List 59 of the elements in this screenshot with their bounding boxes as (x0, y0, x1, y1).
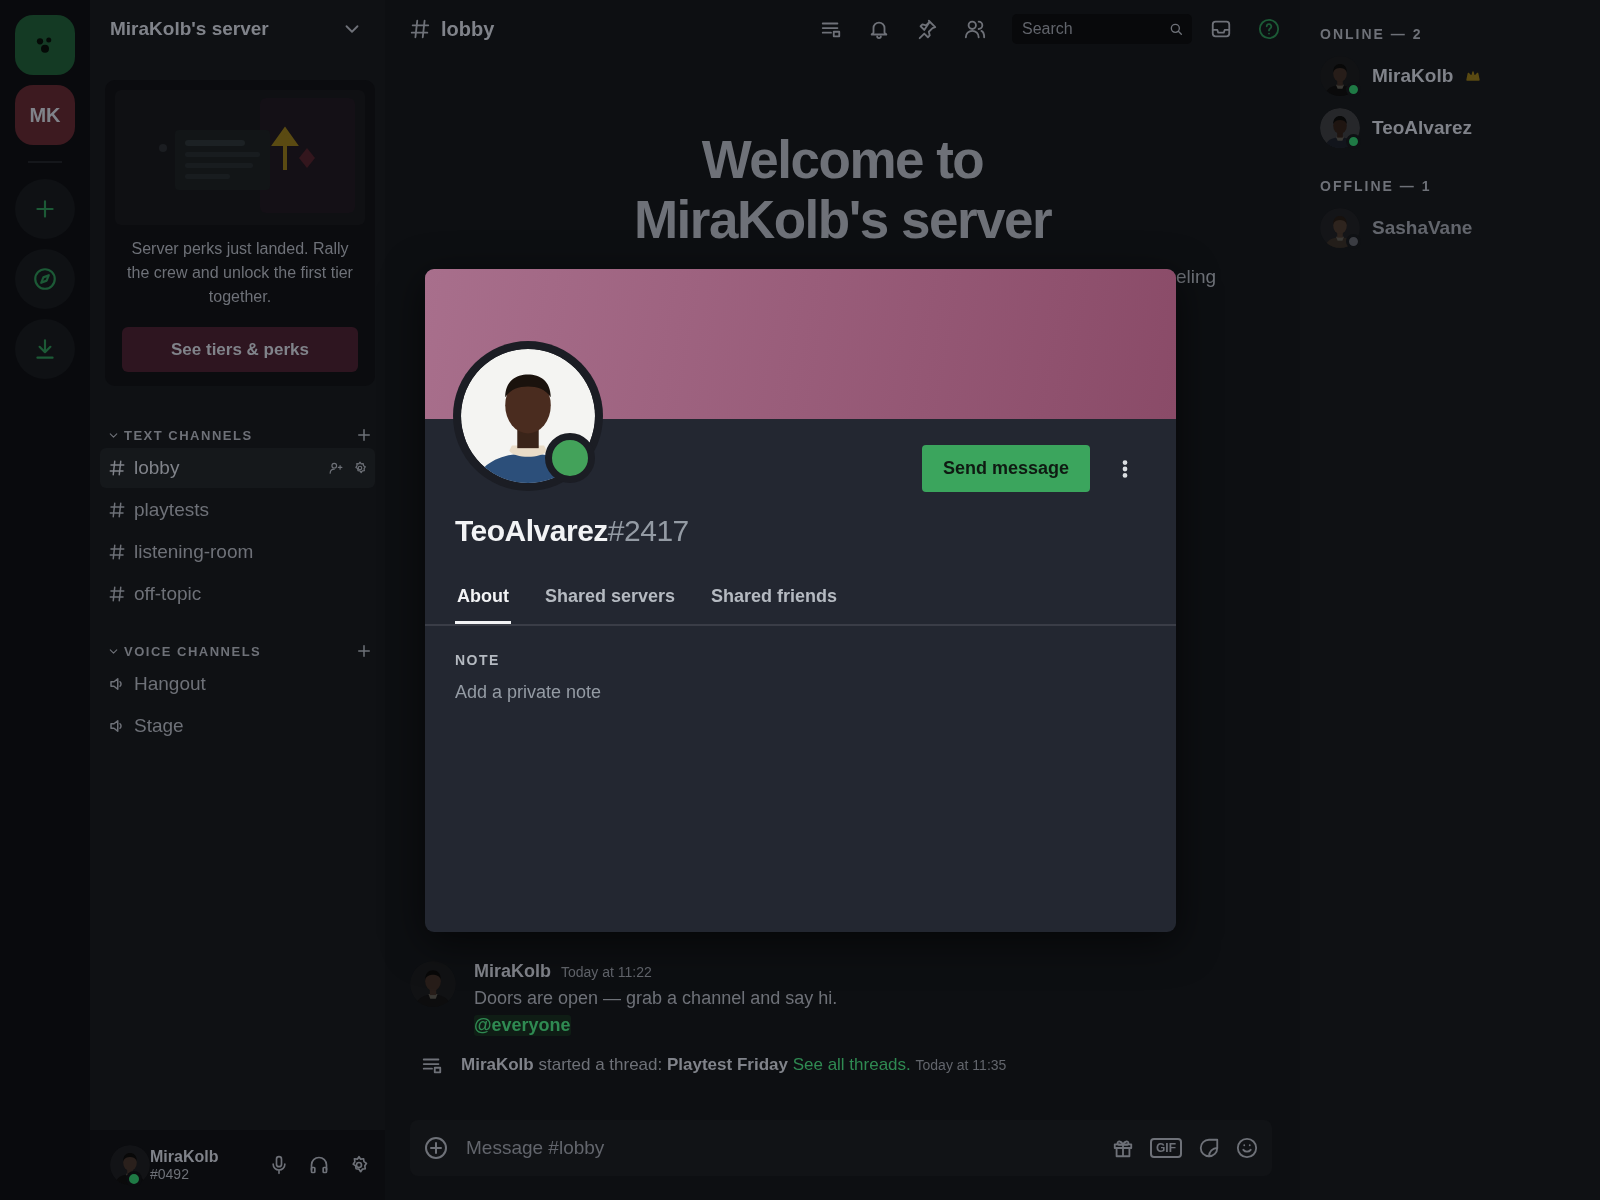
pin-icon[interactable] (916, 18, 938, 40)
note-field[interactable]: Add a private note (455, 682, 1145, 703)
user-tag: #0492 (150, 1166, 249, 1182)
channel-item[interactable]: Stage (100, 706, 375, 746)
send-message-button[interactable]: Send message (922, 445, 1090, 492)
microphone-icon[interactable] (269, 1155, 289, 1175)
message-text: Doors are open — grab a channel and say hi. (474, 988, 838, 1009)
compass-icon (32, 266, 58, 292)
hash-icon (409, 18, 431, 40)
member-group-label: ONLINE — 2 (1320, 26, 1424, 42)
see-perks-button[interactable]: See tiers & perks (122, 327, 358, 372)
profile-tab[interactable]: Shared friends (709, 586, 840, 624)
emoji-icon[interactable] (1236, 1137, 1258, 1159)
note-label: NOTE (455, 652, 501, 668)
channel-item[interactable]: Hangout (100, 664, 375, 704)
member-name[interactable]: TeoAlvarez (1372, 117, 1472, 139)
user-name: MiraKolb (150, 1148, 220, 1166)
welcome-subtitle: eling (1176, 266, 1217, 288)
add-attachment-icon[interactable] (424, 1136, 448, 1160)
boost-text: Server perks just landed. Rally the crew and unlock the first tier together. (126, 239, 354, 307)
hash-icon (108, 585, 126, 603)
category-label[interactable]: TEXT CHANNELS (124, 427, 355, 443)
add-member-icon[interactable] (329, 461, 343, 475)
system-message: MiraKolb started a thread: Playtest Friday (461, 1055, 788, 1074)
member-group-label: OFFLINE — 1 (1320, 178, 1433, 194)
help-icon[interactable] (1258, 18, 1280, 40)
plus-icon[interactable] (355, 426, 373, 444)
channel-item[interactable]: listening-room (100, 532, 375, 572)
category-label[interactable]: VOICE CHANNELS (124, 643, 355, 659)
server-icon[interactable]: MK (15, 85, 75, 145)
mention-link[interactable]: @everyone (474, 1015, 571, 1036)
welcome-title: MiraKolb's server (632, 190, 1053, 250)
hash-icon (108, 501, 126, 519)
welcome-title: Welcome to (700, 130, 985, 190)
message-time: Today at 11:22 (561, 964, 652, 980)
channel-item[interactable]: lobby (100, 448, 375, 488)
search-field[interactable]: Search (1012, 14, 1192, 44)
channel-item[interactable]: off-topic (100, 574, 375, 614)
profile-tab[interactable]: Shared servers (543, 586, 678, 624)
settings-icon[interactable] (353, 461, 367, 475)
channel-title: lobby (441, 17, 495, 41)
server-name[interactable]: MiraKolb's server (110, 18, 269, 40)
message-time: Today at 11:35 (915, 1057, 1007, 1073)
gif-button[interactable]: GIF (1150, 1138, 1182, 1158)
see-threads-link[interactable]: See all threads. (792, 1055, 911, 1074)
member-name[interactable]: MiraKolb (1372, 65, 1454, 87)
settings-icon[interactable] (349, 1155, 369, 1175)
headset-icon[interactable] (309, 1155, 329, 1175)
hash-icon (108, 459, 126, 477)
message-author[interactable]: MiraKolb (474, 961, 551, 982)
inbox-icon[interactable] (1210, 18, 1232, 40)
members-icon[interactable] (964, 18, 986, 40)
profile-username: TeoAlvarez#2417 (455, 514, 690, 548)
sticker-icon[interactable] (1198, 1137, 1220, 1159)
channel-item[interactable]: playtests (100, 490, 375, 530)
member-name[interactable]: SashaVane (1372, 217, 1473, 239)
plus-icon[interactable] (355, 642, 373, 660)
hash-icon (108, 543, 126, 561)
message-field[interactable]: Message #lobby GIF (410, 1120, 1272, 1176)
